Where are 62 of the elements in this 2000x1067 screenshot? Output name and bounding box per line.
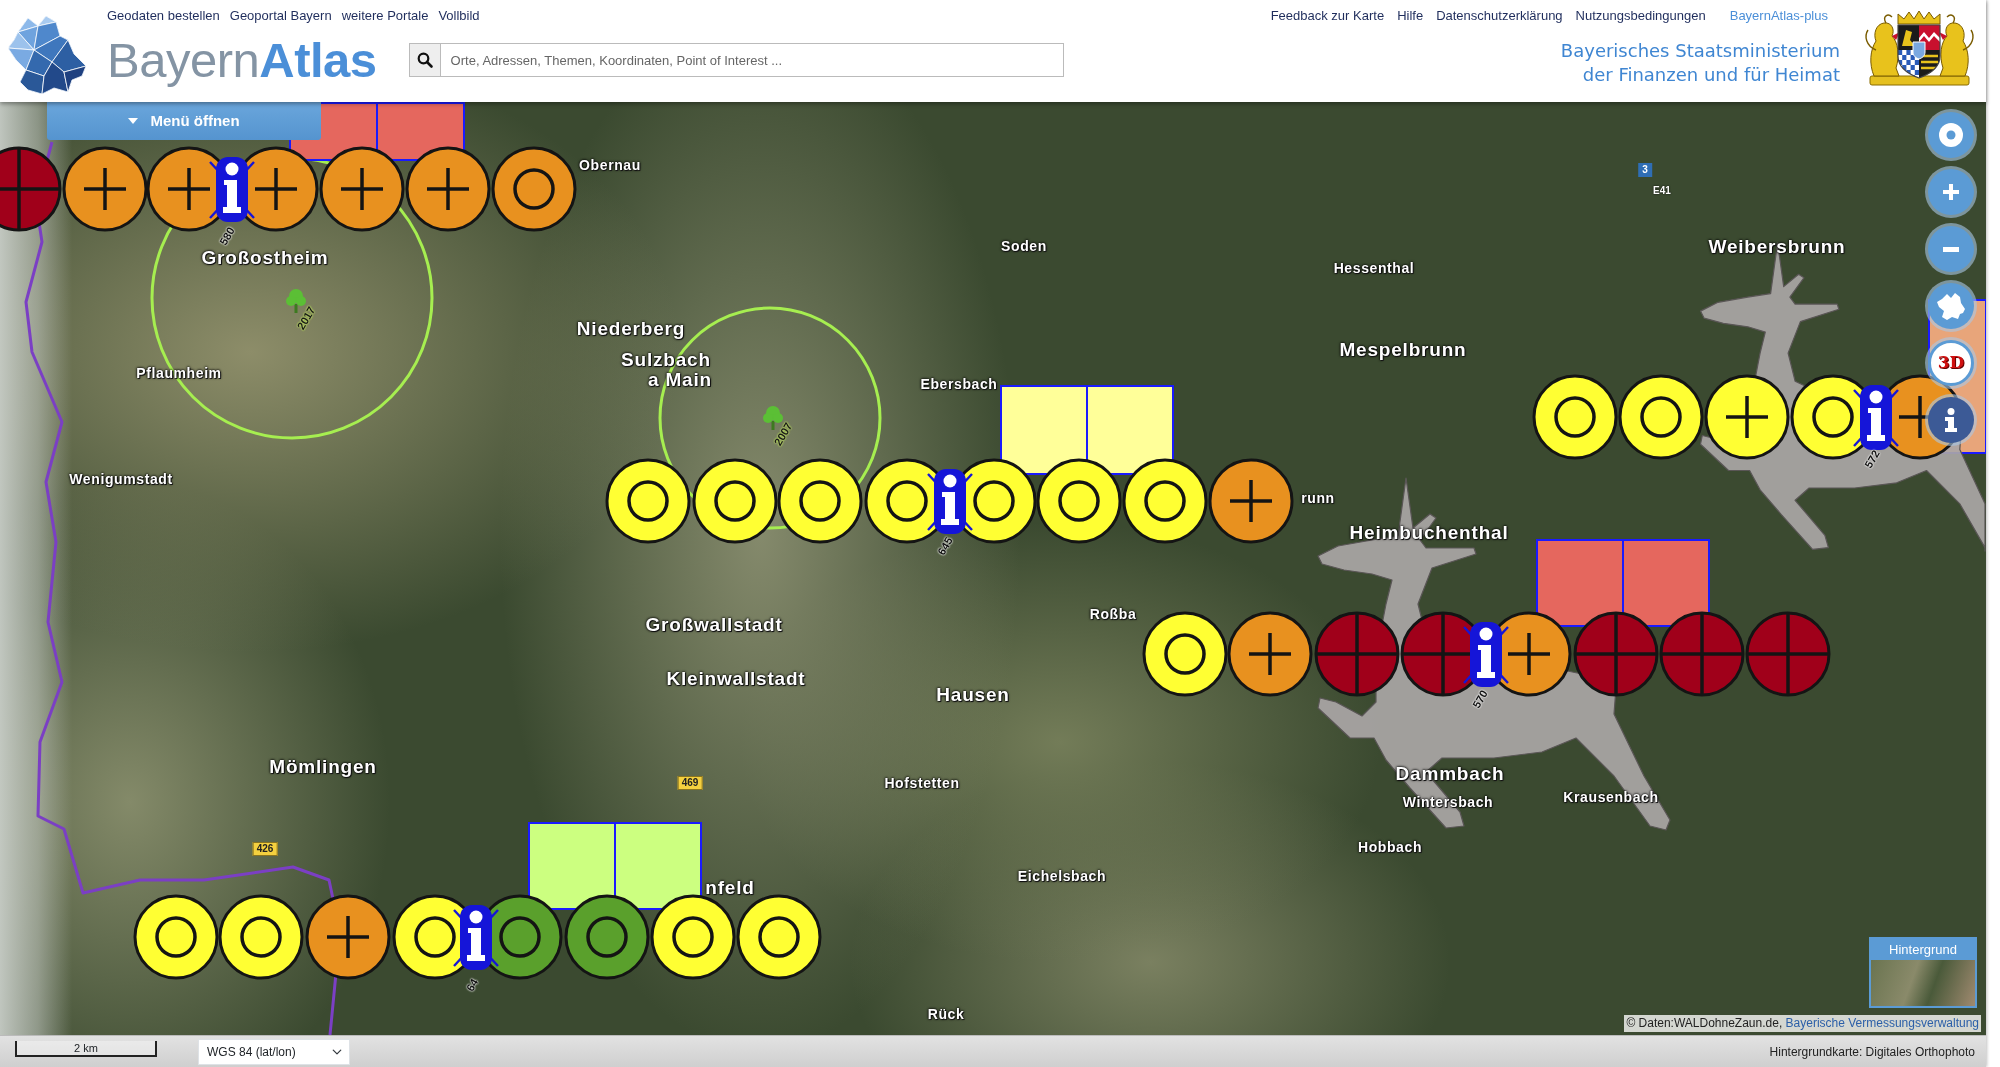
coat-of-arms-icon <box>1862 10 1977 87</box>
place-label: nfeld <box>705 877 755 899</box>
place-label: Niederberg <box>576 318 686 340</box>
pin-number-label: 645 <box>935 535 955 557</box>
place-label: Rück <box>927 1007 965 1023</box>
place-label: Eichelsbach <box>1017 869 1107 885</box>
road-number-label: 3 <box>1638 163 1652 177</box>
pin-number-label: 64 <box>463 976 481 994</box>
pin-number-label: 580 <box>217 225 237 247</box>
place-label: Heimbuchenthal <box>1349 522 1509 544</box>
scale-bar: 2 km <box>15 1040 157 1057</box>
header-link[interactable]: Nutzungsbedingungen <box>1575 7 1706 25</box>
pin-number-label: 572 <box>1862 448 1882 470</box>
road-number-label: 469 <box>677 776 703 790</box>
place-label: Weibersbrunn <box>1708 236 1846 258</box>
pin-number-label: 570 <box>1470 688 1490 710</box>
target-icon <box>1938 122 1964 148</box>
info-pin-icon[interactable] <box>925 466 975 536</box>
info-pin-icon[interactable] <box>1851 382 1901 452</box>
place-label: Roßba <box>1089 607 1137 623</box>
place-label: Soden <box>1001 239 1047 255</box>
place-label: Krausenbach <box>1563 790 1659 806</box>
header-link[interactable]: Datenschutzerklärung <box>1436 7 1563 25</box>
coordinate-system-select[interactable]: WGS 84 (lat/lon) <box>198 1038 350 1065</box>
place-label: Hofstetten <box>884 776 960 792</box>
caret-down-icon <box>128 118 139 124</box>
info-icon <box>1944 408 1958 432</box>
place-label: Dammbach <box>1395 763 1505 785</box>
place-label: Kleinwallstadt <box>666 668 806 690</box>
ministry-name: Bayerisches Staatsministerium der Finanzen und für Heimat <box>1560 39 1840 87</box>
header-link[interactable]: Hilfe <box>1397 7 1424 25</box>
map-outline-icon <box>1936 291 1966 321</box>
header-link[interactable]: Vollbild <box>438 7 480 25</box>
road-number-label: 426 <box>252 842 278 856</box>
plus-icon <box>1943 184 1959 200</box>
place-label: Ebersbach <box>920 377 998 393</box>
header-link[interactable]: Geodaten bestellen <box>107 7 220 25</box>
header-link[interactable]: BayernAtlas-plus <box>1729 7 1828 25</box>
place-label: Großwallstadt <box>645 614 783 636</box>
attribution-link[interactable]: Bayerische Vermessungsverwaltung <box>1785 1016 1979 1030</box>
place-label: Hobbach <box>1357 840 1423 856</box>
place-label: Mömlingen <box>269 756 377 778</box>
attribution-text: © Daten:WALDohneZaun.de, Bayerische Vermessungsverwaltung <box>1624 1015 1981 1032</box>
road-number-label: E41 <box>1653 185 1671 197</box>
minus-icon <box>1943 246 1959 252</box>
place-label: Großostheim <box>201 247 329 269</box>
search-icon[interactable] <box>408 43 441 77</box>
place-label: Hausen <box>936 684 1010 706</box>
search-field[interactable]: Orte, Adressen, Themen, Koordinaten, Point of Interest ... <box>440 43 1064 77</box>
place-label: Obernau <box>579 158 641 174</box>
info-pin-icon[interactable] <box>451 902 501 972</box>
header-link[interactable]: weitere Portale <box>341 7 429 25</box>
place-label: Mespelbrunn <box>1339 339 1467 361</box>
place-label: runn <box>1301 491 1335 507</box>
info-pin-icon[interactable] <box>207 154 257 224</box>
header-link[interactable]: Geoportal Bayern <box>229 7 332 25</box>
place-label: Wintersbach <box>1402 795 1494 811</box>
info-pin-icon[interactable] <box>1461 619 1511 689</box>
place-label: Wenigumstadt <box>69 472 173 488</box>
background-map-caption: Hintergrundkarte: Digitales Orthophoto <box>1769 1043 1975 1061</box>
place-label: Hessenthal <box>1333 261 1415 277</box>
header-link[interactable]: Feedback zur Karte <box>1270 7 1385 25</box>
